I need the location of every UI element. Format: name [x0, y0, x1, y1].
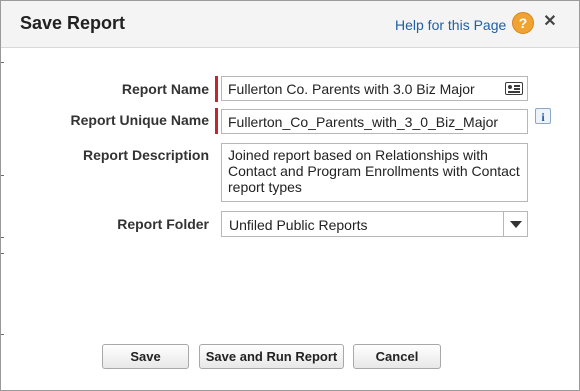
save-button[interactable]: Save [102, 344, 189, 369]
save-and-run-report-button[interactable]: Save and Run Report [199, 344, 344, 369]
dialog-header: Save Report Help for this Page ? ✕ [1, 1, 579, 48]
edge-mark [1, 62, 4, 63]
report-unique-name-input[interactable] [221, 109, 528, 134]
edge-mark [1, 175, 4, 176]
report-folder-selected-value: Unfiled Public Reports [229, 217, 368, 233]
edge-mark [1, 253, 4, 254]
report-folder-label: Report Folder [117, 216, 209, 232]
save-report-dialog: Save Report Help for this Page ? ✕ Repor… [0, 0, 580, 391]
report-name-input[interactable] [222, 77, 498, 100]
required-marker [215, 108, 218, 134]
dropdown-arrow-icon[interactable] [503, 212, 527, 236]
help-for-this-page-link[interactable]: Help for this Page [395, 17, 506, 33]
close-icon[interactable]: ✕ [542, 13, 558, 31]
report-description-label: Report Description [82, 147, 209, 163]
info-icon[interactable]: i [535, 108, 551, 124]
report-description-textarea[interactable]: Joined report based on Relationships wit… [221, 143, 528, 202]
help-icon[interactable]: ? [512, 12, 534, 34]
contact-card-icon[interactable] [505, 82, 523, 95]
edge-mark [1, 334, 4, 335]
report-name-label: Report Name [121, 81, 209, 97]
dialog-title: Save Report [20, 13, 126, 33]
report-unique-name-label: Report Unique Name [70, 112, 209, 128]
report-folder-select[interactable]: Unfiled Public Reports [221, 211, 528, 237]
required-marker [215, 76, 218, 102]
edge-mark [1, 237, 4, 238]
report-name-field [221, 76, 528, 101]
cancel-button[interactable]: Cancel [353, 344, 441, 369]
